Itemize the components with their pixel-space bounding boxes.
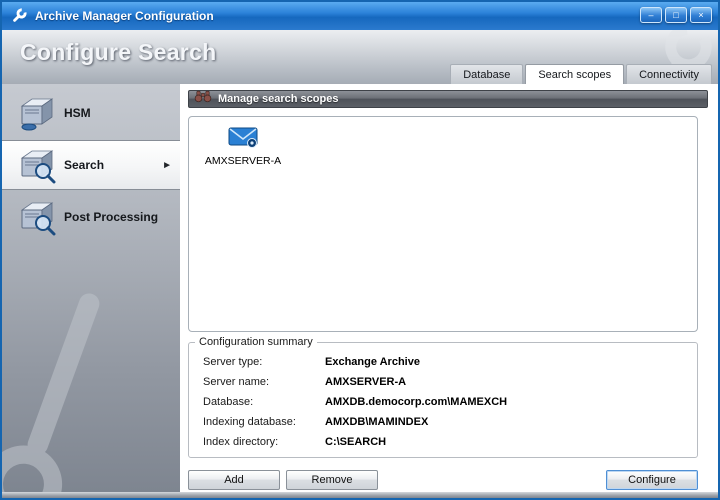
- wrench-watermark-sidebar: [2, 263, 157, 492]
- search-scope-list: AMXSERVER-A: [188, 116, 698, 332]
- archive-manager-window: Archive Manager Configuration – □ × Conf…: [0, 0, 720, 500]
- close-button[interactable]: ×: [690, 7, 712, 23]
- sidebar-item-post-processing[interactable]: Post Processing: [2, 192, 180, 242]
- scope-item-label: AMXSERVER-A: [205, 155, 281, 167]
- summary-value: AMXDB\MAMINDEX: [325, 416, 428, 428]
- scope-item[interactable]: AMXSERVER-A: [199, 125, 287, 167]
- summary-row-indexing-database: Indexing database: AMXDB\MAMINDEX: [203, 412, 697, 432]
- sidebar-item-search[interactable]: Search ►: [2, 140, 180, 190]
- summary-label: Index directory:: [203, 436, 325, 448]
- section-header-label: Manage search scopes: [218, 93, 338, 105]
- configuration-summary-legend: Configuration summary: [195, 336, 317, 348]
- sidebar-item-label: Post Processing: [64, 210, 158, 224]
- configure-button[interactable]: Configure: [606, 470, 698, 490]
- tab-search-scopes[interactable]: Search scopes: [525, 64, 624, 84]
- binoculars-icon: [194, 90, 212, 108]
- post-processing-server-icon: [14, 198, 58, 236]
- sidebar: HSM Search ►: [2, 84, 180, 492]
- titlebar: Archive Manager Configuration – □ ×: [2, 2, 718, 30]
- mail-server-icon: [228, 125, 258, 149]
- selected-arrow-icon: ►: [162, 160, 172, 171]
- header: Configure Search Database Search scopes …: [2, 30, 718, 84]
- sidebar-item-hsm[interactable]: HSM: [2, 88, 180, 138]
- minimize-button[interactable]: –: [640, 7, 662, 23]
- sidebar-item-label: Search: [64, 158, 104, 172]
- summary-label: Database:: [203, 396, 325, 408]
- wrench-icon: [10, 7, 28, 25]
- minimize-icon: –: [648, 10, 653, 20]
- summary-label: Server type:: [203, 356, 325, 368]
- maximize-icon: □: [673, 10, 678, 20]
- summary-value: C:\SEARCH: [325, 436, 386, 448]
- window-frame-bottom: [2, 492, 718, 498]
- remove-button[interactable]: Remove: [286, 470, 378, 490]
- summary-row-server-name: Server name: AMXSERVER-A: [203, 372, 697, 392]
- summary-value: Exchange Archive: [325, 356, 420, 368]
- tab-connectivity[interactable]: Connectivity: [626, 64, 712, 84]
- add-button[interactable]: Add: [188, 470, 280, 490]
- hsm-server-icon: [14, 94, 58, 132]
- summary-value: AMXSERVER-A: [325, 376, 406, 388]
- window-controls: – □ ×: [640, 7, 712, 23]
- summary-label: Server name:: [203, 376, 325, 388]
- content: Manage search scopes AMXSERVER-A Configu…: [180, 84, 718, 492]
- window-title: Archive Manager Configuration: [35, 9, 214, 23]
- tab-bar: Database Search scopes Connectivity: [448, 64, 712, 84]
- close-icon: ×: [698, 10, 703, 20]
- sidebar-item-label: HSM: [64, 106, 91, 120]
- maximize-button[interactable]: □: [665, 7, 687, 23]
- search-server-icon: [14, 146, 58, 184]
- configuration-summary: Configuration summary Server type: Excha…: [188, 336, 698, 458]
- tab-database[interactable]: Database: [450, 64, 523, 84]
- summary-rows: Server type: Exchange Archive Server nam…: [189, 348, 697, 452]
- page-title: Configure Search: [20, 39, 217, 66]
- summary-row-index-directory: Index directory: C:\SEARCH: [203, 432, 697, 452]
- summary-row-database: Database: AMXDB.democorp.com\MAMEXCH: [203, 392, 697, 412]
- summary-value: AMXDB.democorp.com\MAMEXCH: [325, 396, 507, 408]
- section-header: Manage search scopes: [188, 90, 708, 108]
- summary-label: Indexing database:: [203, 416, 325, 428]
- summary-row-server-type: Server type: Exchange Archive: [203, 352, 697, 372]
